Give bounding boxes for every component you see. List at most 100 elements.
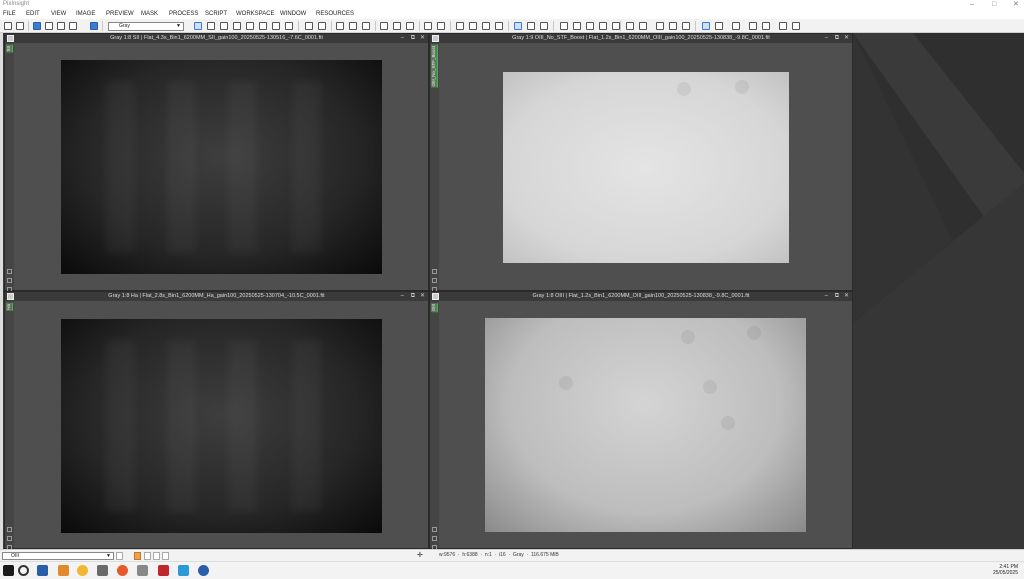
- filezilla-icon[interactable]: [158, 565, 169, 576]
- app-icon[interactable]: [77, 565, 88, 576]
- view-tab-ha[interactable]: Ha: [6, 303, 13, 311]
- menu-preview[interactable]: PREVIEW: [106, 9, 134, 19]
- view-tab-sii[interactable]: SII: [6, 45, 13, 53]
- window-close-button[interactable]: ✕: [844, 34, 849, 43]
- channel-tool-4-icon[interactable]: [612, 22, 620, 30]
- window-title-bar[interactable]: Gray 1:8 OIII | Flat_1.2s_Bin1_6200MM_OI…: [430, 292, 852, 301]
- app-icon[interactable]: [37, 565, 48, 576]
- window-close-button[interactable]: ✕: [420, 34, 425, 43]
- zoom-mode-icon[interactable]: [207, 22, 215, 30]
- flat-image-oiii-no-stf[interactable]: [503, 72, 789, 263]
- windows-start-icon[interactable]: [3, 565, 14, 576]
- window-title-bar[interactable]: Gray 1:8 SII | Flat_4.3s_Bin1_6200MM_SII…: [5, 34, 428, 43]
- workspace-2-icon[interactable]: [715, 22, 723, 30]
- color-swatch-icon[interactable]: [134, 552, 141, 560]
- window-minimize-button[interactable]: –: [825, 34, 828, 43]
- window-title-bar[interactable]: Gray 1:9 OIII_No_STF_Boost | Flat_1.2s_B…: [430, 34, 852, 43]
- channel-r-icon[interactable]: [469, 22, 477, 30]
- settings-icon[interactable]: [792, 22, 800, 30]
- left-panel-strip[interactable]: [0, 33, 3, 549]
- close-button[interactable]: ✕: [1013, 0, 1019, 9]
- view-tool-icon[interactable]: [432, 278, 437, 283]
- cascade-icon[interactable]: [669, 22, 677, 30]
- window-minimize-button[interactable]: –: [825, 292, 828, 301]
- view-option-icon[interactable]: [144, 552, 151, 560]
- workspace-1-icon[interactable]: [702, 22, 710, 30]
- image-window-oiii[interactable]: Gray 1:8 OIII | Flat_1.2s_Bin1_6200MM_OI…: [429, 291, 853, 550]
- window-maximize-button[interactable]: ⧉: [835, 34, 839, 43]
- edit-preview-icon[interactable]: [393, 22, 401, 30]
- close-image-icon[interactable]: [69, 22, 77, 30]
- menu-image[interactable]: IMAGE: [76, 9, 95, 19]
- save-icon[interactable]: [45, 22, 53, 30]
- menu-file[interactable]: FILE: [3, 9, 16, 19]
- arrange-icon[interactable]: [682, 22, 690, 30]
- flat-image-sii[interactable]: [61, 60, 382, 274]
- center-icon[interactable]: [233, 22, 241, 30]
- image-area[interactable]: [14, 43, 428, 290]
- stf-auto-icon[interactable]: [540, 22, 548, 30]
- history-icon[interactable]: [779, 22, 787, 30]
- zoom-out-icon[interactable]: [318, 22, 326, 30]
- mask-enable-icon[interactable]: [424, 22, 432, 30]
- explorer-2-icon[interactable]: [639, 22, 647, 30]
- view-tool-icon[interactable]: [7, 278, 12, 283]
- window-maximize-button[interactable]: ⧉: [835, 292, 839, 301]
- menu-workspace[interactable]: WORKSPACE: [236, 9, 275, 19]
- channel-tool-3-icon[interactable]: [599, 22, 607, 30]
- app-icon[interactable]: [58, 565, 69, 576]
- image-window-ha[interactable]: Gray 1:8 Ha | Flat_2.8s_Bin1_6200MM_Ha_g…: [4, 291, 429, 550]
- color-manage-icon[interactable]: [90, 22, 98, 30]
- channel-b-icon[interactable]: [495, 22, 503, 30]
- search-icon[interactable]: [18, 565, 29, 576]
- image-window-sii[interactable]: Gray 1:8 SII | Flat_4.3s_Bin1_6200MM_SII…: [4, 33, 429, 292]
- image-area[interactable]: [439, 43, 852, 290]
- view-tab-oiii[interactable]: OIII: [431, 303, 438, 313]
- move-icon[interactable]: [246, 22, 254, 30]
- menu-resources[interactable]: RESOURCES: [316, 9, 354, 19]
- menu-window[interactable]: WINDOW: [280, 9, 306, 19]
- channel-tool-icon[interactable]: [573, 22, 581, 30]
- redo-icon[interactable]: [16, 22, 24, 30]
- open-icon[interactable]: [33, 22, 41, 30]
- stf-link-icon[interactable]: [527, 22, 535, 30]
- app-icon[interactable]: [137, 565, 148, 576]
- window-close-button[interactable]: ✕: [420, 292, 425, 301]
- channel-rgb-icon[interactable]: [456, 22, 464, 30]
- flat-image-ha[interactable]: [61, 319, 382, 533]
- menu-process[interactable]: PROCESS: [169, 9, 198, 19]
- script-editor-icon[interactable]: [762, 22, 770, 30]
- image-area[interactable]: [14, 301, 428, 548]
- crop-icon[interactable]: [259, 22, 267, 30]
- view-tool-icon[interactable]: [7, 536, 12, 541]
- window-minimize-button[interactable]: –: [401, 34, 404, 43]
- explorer-icon[interactable]: [626, 22, 634, 30]
- menu-script[interactable]: SCRIPT: [205, 9, 227, 19]
- mask-show-icon[interactable]: [437, 22, 445, 30]
- view-selector[interactable]: Gray ▼: [108, 22, 184, 31]
- stf-enable-icon[interactable]: [514, 22, 522, 30]
- delete-preview-icon[interactable]: [406, 22, 414, 30]
- window-minimize-button[interactable]: –: [401, 292, 404, 301]
- readout-mode-icon[interactable]: [194, 22, 202, 30]
- view-tool-icon[interactable]: [432, 527, 437, 532]
- minimize-button[interactable]: –: [970, 0, 974, 9]
- new-preview-icon[interactable]: [380, 22, 388, 30]
- active-view-selector[interactable]: OIII ▼: [2, 552, 114, 560]
- menu-edit[interactable]: EDIT: [26, 9, 40, 19]
- view-tool-icon[interactable]: [7, 269, 12, 274]
- channel-tool-2-icon[interactable]: [586, 22, 594, 30]
- firefox-icon[interactable]: [117, 565, 128, 576]
- flat-image-oiii[interactable]: [485, 318, 806, 532]
- pixinsight-icon[interactable]: [198, 565, 209, 576]
- view-option-icon[interactable]: [116, 552, 123, 560]
- window-maximize-button[interactable]: ⧉: [411, 34, 415, 43]
- image-window-oiii-no-stf[interactable]: Gray 1:9 OIII_No_STF_Boost | Flat_1.2s_B…: [429, 33, 853, 292]
- window-maximize-button[interactable]: ⧉: [411, 292, 415, 301]
- app-icon[interactable]: [178, 565, 189, 576]
- view-tab-oiii-no-stf[interactable]: OIII_No_STF_Boost: [431, 45, 438, 88]
- zoom-fit-icon[interactable]: [336, 22, 344, 30]
- menu-mask[interactable]: MASK: [141, 9, 158, 19]
- maximize-button[interactable]: □: [992, 0, 996, 9]
- channel-g-icon[interactable]: [482, 22, 490, 30]
